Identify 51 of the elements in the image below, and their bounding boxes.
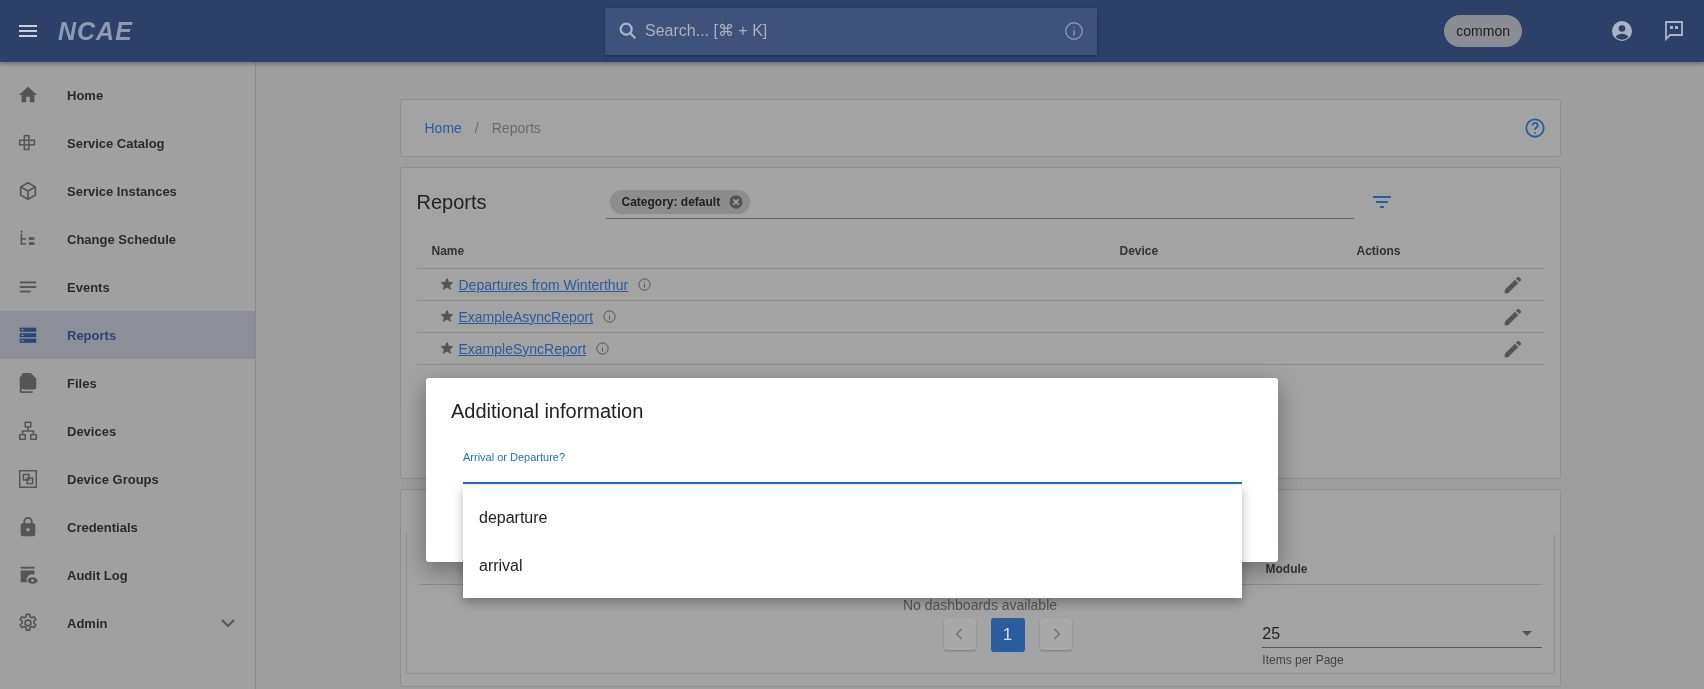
sidebar-item[interactable]: Devices — [0, 407, 255, 455]
info-icon[interactable] — [595, 341, 611, 356]
close-icon[interactable] — [728, 193, 745, 210]
column-header: Device — [1119, 244, 1160, 258]
report-link[interactable]: Departures from Winterthur — [458, 276, 629, 293]
column-header: Actions — [1356, 244, 1402, 258]
page-button[interactable]: 1 — [990, 618, 1025, 652]
dropdown-option[interactable]: departure — [463, 494, 1242, 542]
sidebar-item[interactable]: Service Catalog — [0, 119, 255, 167]
column-header: Module — [1265, 562, 1308, 576]
page-size-select[interactable]: 25 — [1262, 620, 1542, 648]
select-field[interactable]: Arrival or Departure? — [463, 437, 1242, 484]
sidebar-item[interactable]: Admin — [0, 599, 255, 647]
search-field[interactable]: Search... [⌘ + K] — [605, 7, 1097, 55]
feedback-icon[interactable] — [1662, 19, 1686, 43]
filter-chip[interactable]: Category: default — [609, 189, 751, 214]
sidebar-item[interactable]: Change Schedule — [0, 215, 255, 263]
sidebar-item[interactable]: Credentials — [0, 503, 255, 551]
sidebar-item[interactable]: Reports — [0, 311, 255, 359]
field-hint: Items per Page — [1262, 653, 1345, 667]
sidebar-item[interactable]: Home — [0, 71, 255, 119]
dropdown-icon — [1521, 631, 1532, 636]
breadcrumb-separator: / — [474, 120, 479, 136]
info-icon[interactable] — [602, 309, 618, 324]
group-icon — [17, 468, 39, 490]
account-icon[interactable] — [1610, 19, 1634, 43]
network-icon — [17, 420, 39, 442]
sidebar-item[interactable]: Device Groups — [0, 455, 255, 503]
report-link[interactable]: ExampleSyncReport — [458, 340, 587, 357]
logo[interactable]: NCAE — [58, 16, 133, 46]
breadcrumb-current: Reports — [491, 120, 541, 136]
chevron-down-icon[interactable] — [221, 619, 235, 627]
sidebar-item[interactable]: Service Instances — [0, 167, 255, 215]
settings-icon — [17, 612, 39, 634]
sidebar-item[interactable]: Audit Log — [0, 551, 255, 599]
breadcrumb-link[interactable]: Home — [424, 120, 462, 136]
column-header: Name — [430, 244, 466, 258]
sidebar-item[interactable]: Events — [0, 263, 255, 311]
tenant-chip[interactable]: common — [1444, 15, 1522, 47]
info-icon[interactable] — [1063, 19, 1085, 42]
sidebar-item[interactable]: Files — [0, 359, 255, 407]
help-icon[interactable] — [1523, 117, 1546, 139]
card-title: Reports — [416, 190, 488, 214]
report-link[interactable]: ExampleAsyncReport — [458, 308, 594, 325]
info-icon[interactable] — [637, 277, 653, 292]
cube-icon — [17, 180, 39, 202]
filter-field[interactable]: Category: default — [605, 185, 1354, 219]
dropdown-option[interactable]: arrival — [463, 542, 1242, 590]
dialog-title: Additional information — [451, 400, 645, 423]
empty-message: No dashboards available — [901, 597, 1059, 613]
files-icon — [17, 372, 39, 394]
